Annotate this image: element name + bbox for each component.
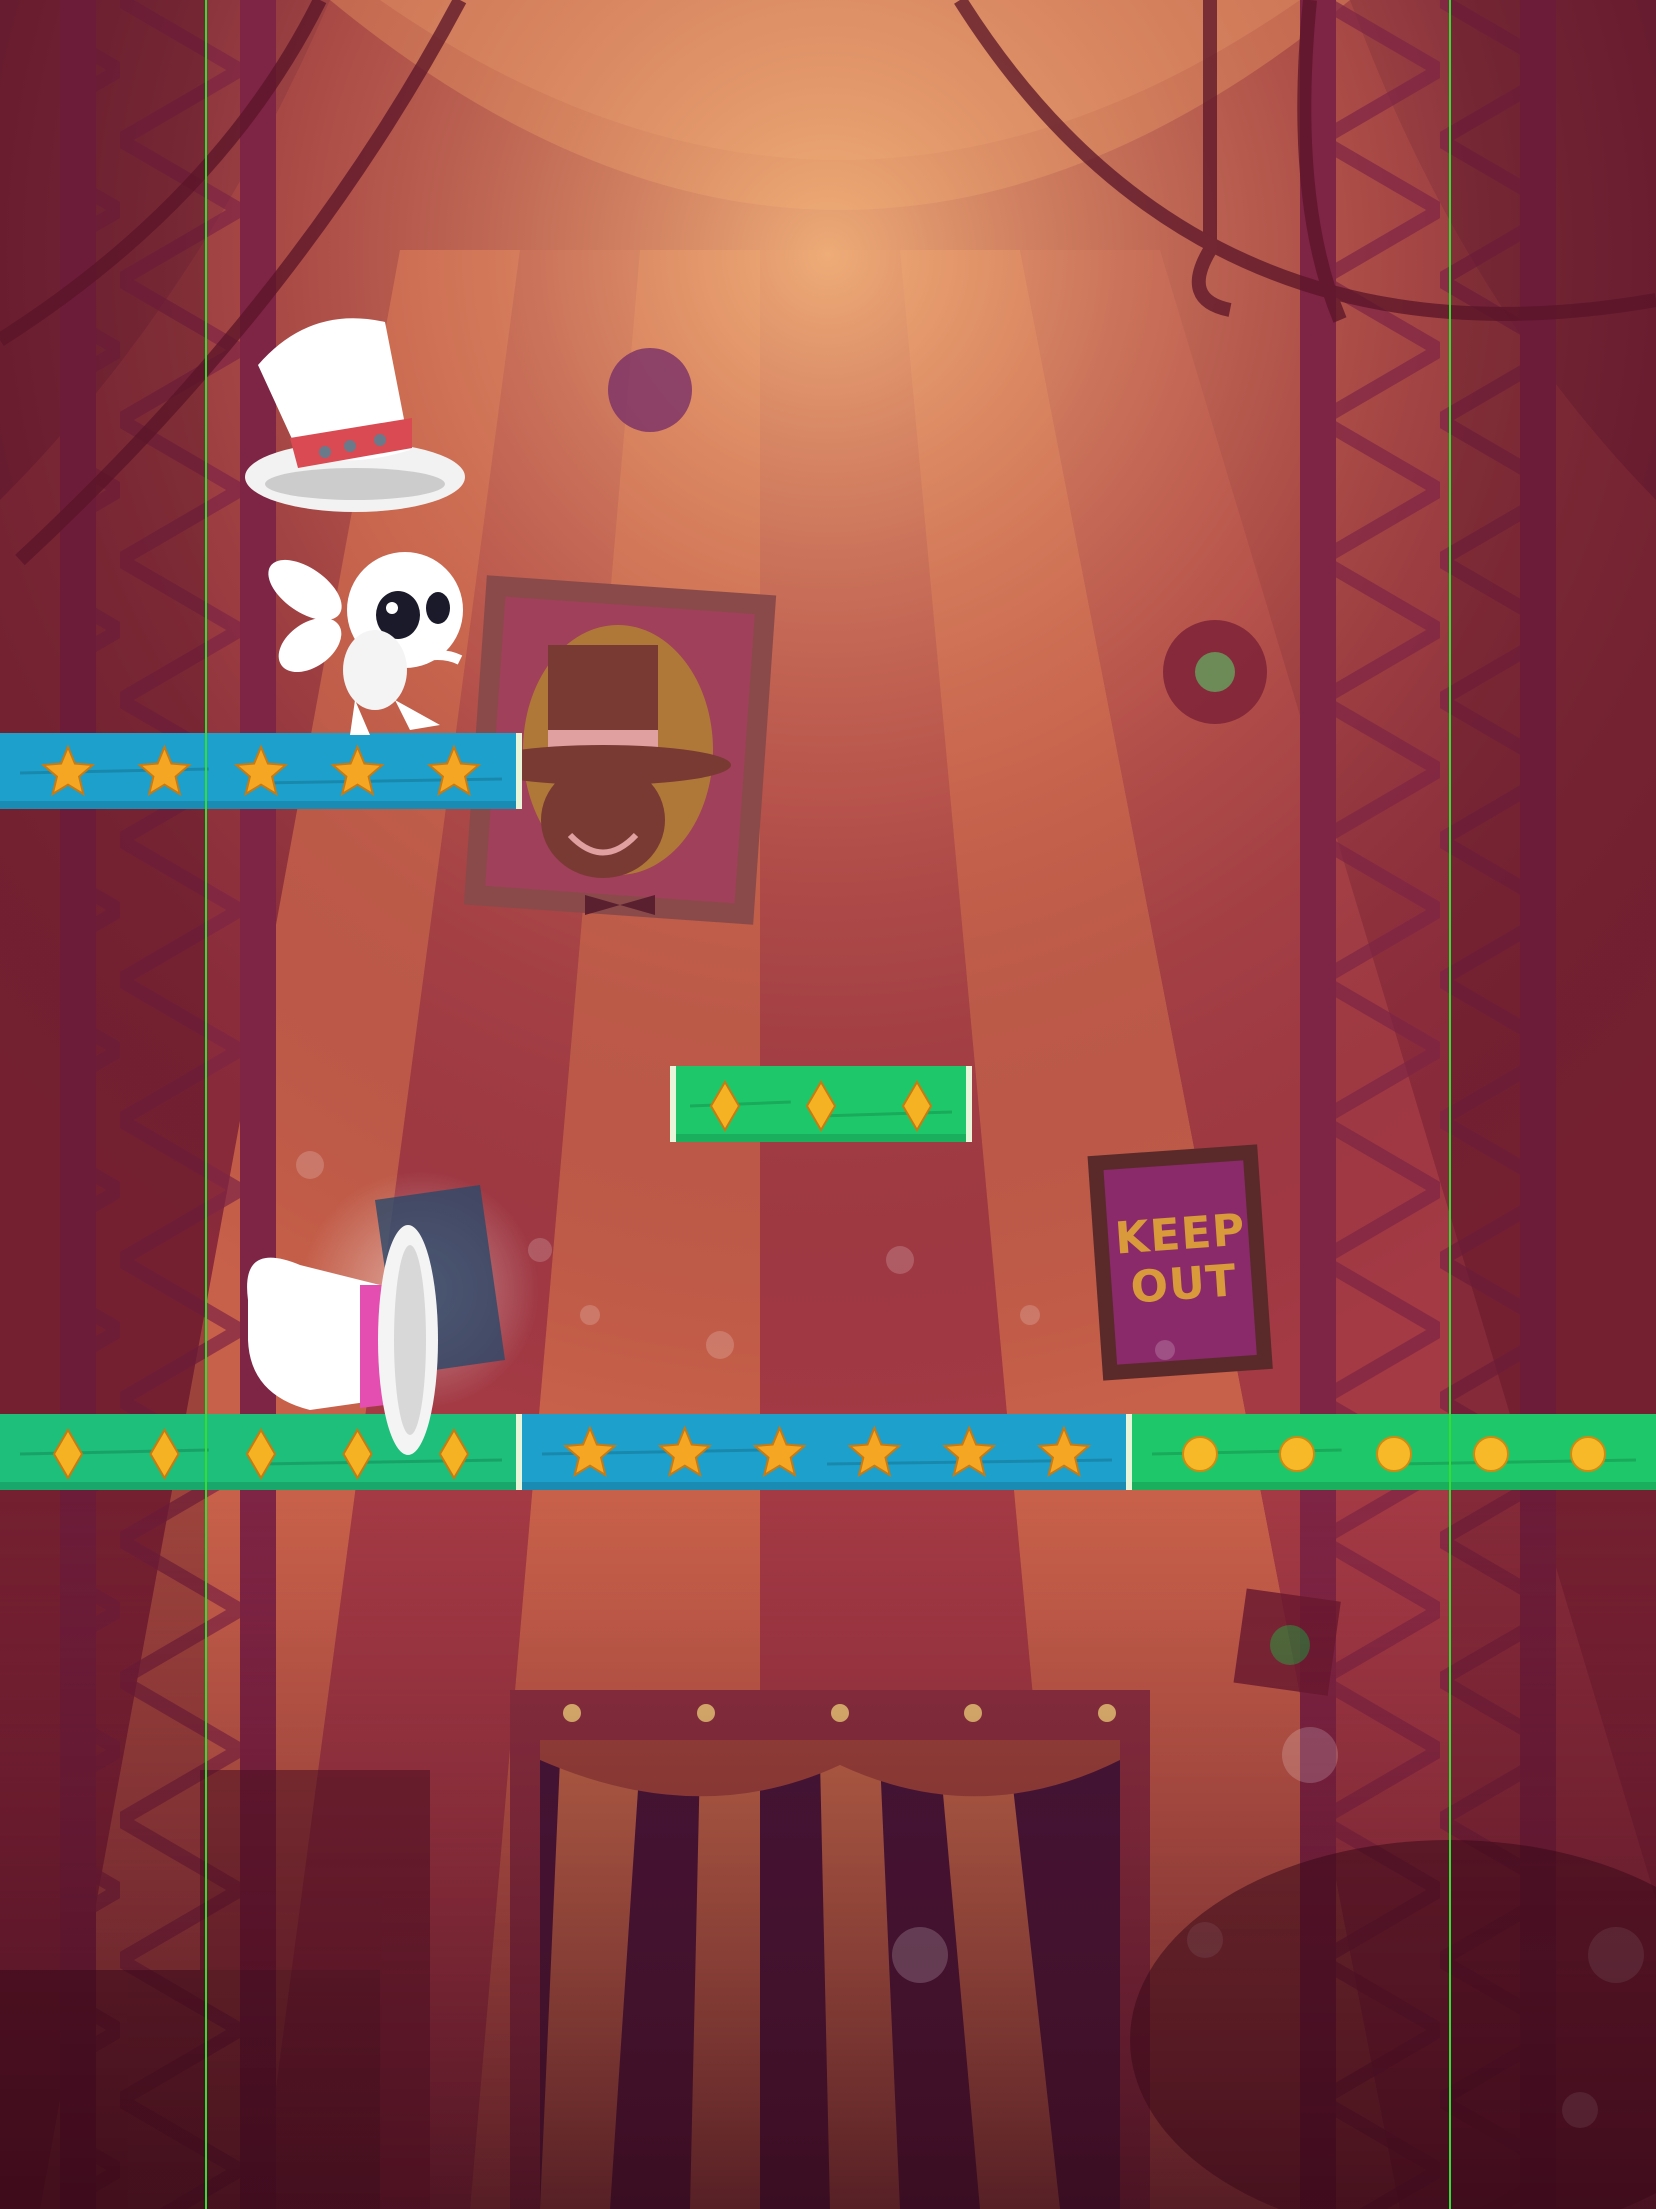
keep-out-sign-text: KEEP OUT: [1109, 1205, 1256, 1315]
game-scene: [0, 0, 1656, 2209]
coin-icon[interactable]: [1182, 1436, 1218, 1472]
coin-icon[interactable]: [1570, 1436, 1606, 1472]
guide-line-left: [205, 0, 207, 2209]
coin-icon[interactable]: [1473, 1436, 1509, 1472]
coin-icon[interactable]: [1279, 1436, 1315, 1472]
coin-icon[interactable]: [1376, 1436, 1412, 1472]
keep-out-line2: OUT: [1128, 1255, 1239, 1314]
platform-bottom-middle-blue: [522, 1414, 1132, 1490]
guide-line-right: [1449, 0, 1451, 2209]
